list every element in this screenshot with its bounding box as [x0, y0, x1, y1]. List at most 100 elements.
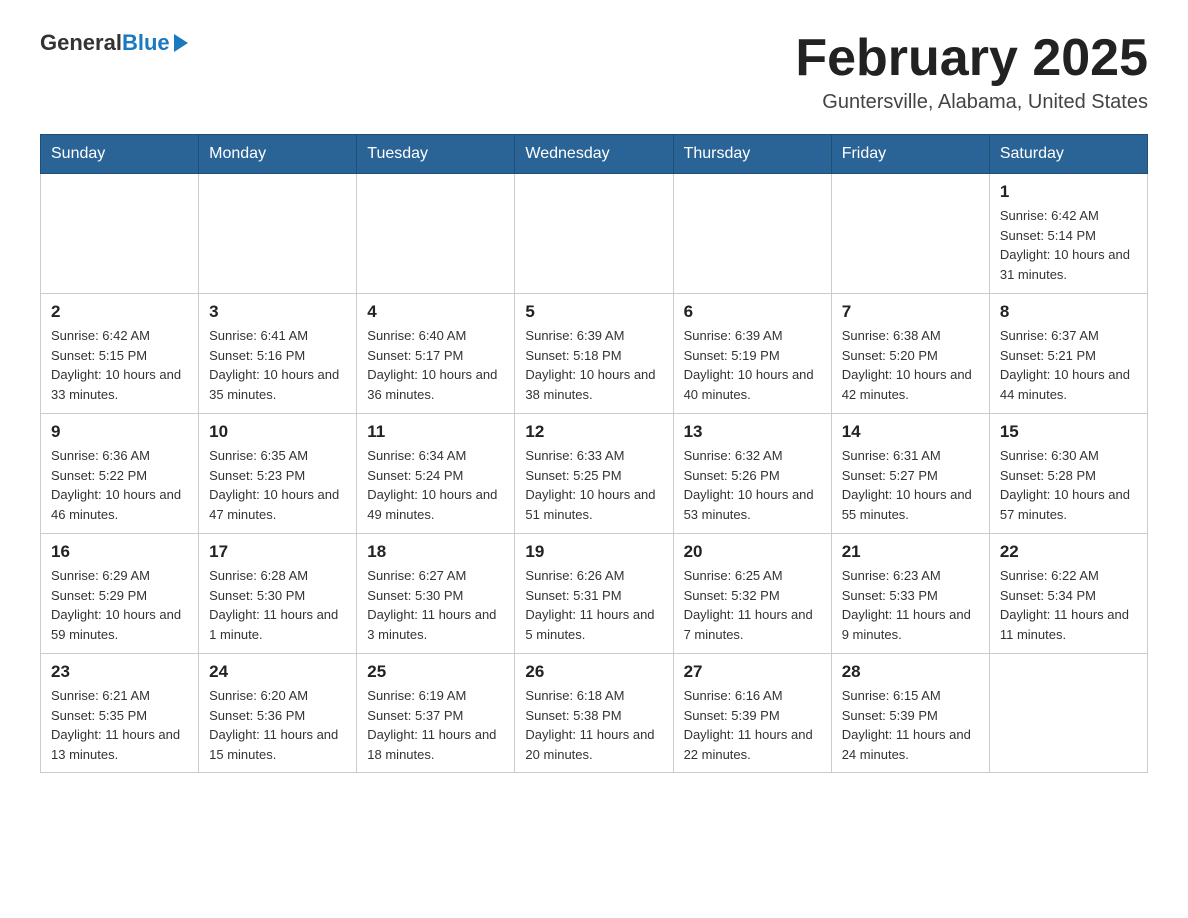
- day-info: Sunrise: 6:34 AMSunset: 5:24 PMDaylight:…: [367, 446, 504, 524]
- calendar-cell: 28 Sunrise: 6:15 AMSunset: 5:39 PMDayligh…: [831, 654, 989, 773]
- logo-general-text: General: [40, 30, 122, 56]
- calendar-cell: 19 Sunrise: 6:26 AMSunset: 5:31 PMDayligh…: [515, 534, 673, 654]
- day-number: 17: [209, 542, 346, 562]
- calendar-cell: [357, 174, 515, 294]
- day-info: Sunrise: 6:31 AMSunset: 5:27 PMDaylight:…: [842, 446, 979, 524]
- day-number: 28: [842, 662, 979, 682]
- day-info: Sunrise: 6:26 AMSunset: 5:31 PMDaylight:…: [525, 566, 662, 644]
- day-info: Sunrise: 6:40 AMSunset: 5:17 PMDaylight:…: [367, 326, 504, 404]
- day-number: 10: [209, 422, 346, 442]
- day-number: 3: [209, 302, 346, 322]
- calendar-cell: [831, 174, 989, 294]
- calendar-cell: 4Sunrise: 6:40 AMSunset: 5:17 PMDaylight…: [357, 294, 515, 414]
- day-info: Sunrise: 6:16 AMSunset: 5:39 PMDaylight:…: [684, 686, 821, 764]
- calendar-week-row: 23 Sunrise: 6:21 AMSunset: 5:35 PMDayligh…: [41, 654, 1148, 773]
- calendar-cell: 5Sunrise: 6:39 AMSunset: 5:18 PMDaylight…: [515, 294, 673, 414]
- day-number: 23: [51, 662, 188, 682]
- day-number: 16: [51, 542, 188, 562]
- day-info: Sunrise: 6:41 AMSunset: 5:16 PMDaylight:…: [209, 326, 346, 404]
- calendar-cell: 26Sunrise: 6:18 AMSunset: 5:38 PMDayligh…: [515, 654, 673, 773]
- calendar-cell: 20 Sunrise: 6:25 AMSunset: 5:32 PMDayligh…: [673, 534, 831, 654]
- day-number: 8: [1000, 302, 1137, 322]
- calendar-cell: 18 Sunrise: 6:27 AMSunset: 5:30 PMDayligh…: [357, 534, 515, 654]
- day-info: Sunrise: 6:32 AMSunset: 5:26 PMDaylight:…: [684, 446, 821, 524]
- calendar-cell: 23 Sunrise: 6:21 AMSunset: 5:35 PMDayligh…: [41, 654, 199, 773]
- calendar-cell: 14 Sunrise: 6:31 AMSunset: 5:27 PMDayligh…: [831, 414, 989, 534]
- calendar-cell: 8 Sunrise: 6:37 AMSunset: 5:21 PMDaylight…: [989, 294, 1147, 414]
- calendar-subtitle: Guntersville, Alabama, United States: [795, 91, 1148, 114]
- calendar-cell: 10 Sunrise: 6:35 AMSunset: 5:23 PMDayligh…: [199, 414, 357, 534]
- day-info: Sunrise: 6:35 AMSunset: 5:23 PMDaylight:…: [209, 446, 346, 524]
- day-number: 11: [367, 422, 504, 442]
- day-info: Sunrise: 6:21 AMSunset: 5:35 PMDaylight:…: [51, 686, 188, 764]
- day-info: Sunrise: 6:42 AMSunset: 5:15 PMDaylight:…: [51, 326, 188, 404]
- logo-arrow-icon: [174, 34, 188, 52]
- day-info: Sunrise: 6:42 AMSunset: 5:14 PMDaylight:…: [1000, 206, 1137, 284]
- day-info: Sunrise: 6:23 AMSunset: 5:33 PMDaylight:…: [842, 566, 979, 644]
- calendar-cell: 24 Sunrise: 6:20 AMSunset: 5:36 PMDayligh…: [199, 654, 357, 773]
- calendar-week-row: 1 Sunrise: 6:42 AMSunset: 5:14 PMDaylight…: [41, 174, 1148, 294]
- day-number: 12: [525, 422, 662, 442]
- day-number: 9: [51, 422, 188, 442]
- day-number: 21: [842, 542, 979, 562]
- weekday-header: Friday: [831, 135, 989, 174]
- day-number: 26: [525, 662, 662, 682]
- logo-blue-text: Blue: [122, 30, 170, 56]
- calendar-cell: 9 Sunrise: 6:36 AMSunset: 5:22 PMDaylight…: [41, 414, 199, 534]
- weekday-header: Saturday: [989, 135, 1147, 174]
- day-info: Sunrise: 6:27 AMSunset: 5:30 PMDaylight:…: [367, 566, 504, 644]
- calendar-cell: 12 Sunrise: 6:33 AMSunset: 5:25 PMDayligh…: [515, 414, 673, 534]
- day-number: 14: [842, 422, 979, 442]
- calendar-header-row: SundayMondayTuesdayWednesdayThursdayFrid…: [41, 135, 1148, 174]
- calendar-week-row: 9 Sunrise: 6:36 AMSunset: 5:22 PMDaylight…: [41, 414, 1148, 534]
- calendar-cell: [41, 174, 199, 294]
- day-info: Sunrise: 6:33 AMSunset: 5:25 PMDaylight:…: [525, 446, 662, 524]
- day-number: 7: [842, 302, 979, 322]
- day-number: 25: [367, 662, 504, 682]
- calendar-cell: 25 Sunrise: 6:19 AMSunset: 5:37 PMDayligh…: [357, 654, 515, 773]
- day-number: 20: [684, 542, 821, 562]
- day-number: 13: [684, 422, 821, 442]
- calendar-table: SundayMondayTuesdayWednesdayThursdayFrid…: [40, 134, 1148, 773]
- calendar-week-row: 2 Sunrise: 6:42 AMSunset: 5:15 PMDaylight…: [41, 294, 1148, 414]
- day-info: Sunrise: 6:19 AMSunset: 5:37 PMDaylight:…: [367, 686, 504, 764]
- day-number: 2: [51, 302, 188, 322]
- day-info: Sunrise: 6:37 AMSunset: 5:21 PMDaylight:…: [1000, 326, 1137, 404]
- day-info: Sunrise: 6:20 AMSunset: 5:36 PMDaylight:…: [209, 686, 346, 764]
- day-number: 18: [367, 542, 504, 562]
- day-info: Sunrise: 6:30 AMSunset: 5:28 PMDaylight:…: [1000, 446, 1137, 524]
- calendar-cell: 3 Sunrise: 6:41 AMSunset: 5:16 PMDaylight…: [199, 294, 357, 414]
- day-number: 22: [1000, 542, 1137, 562]
- day-number: 24: [209, 662, 346, 682]
- day-info: Sunrise: 6:29 AMSunset: 5:29 PMDaylight:…: [51, 566, 188, 644]
- calendar-cell: [989, 654, 1147, 773]
- day-info: Sunrise: 6:28 AMSunset: 5:30 PMDaylight:…: [209, 566, 346, 644]
- day-number: 1: [1000, 182, 1137, 202]
- day-info: Sunrise: 6:36 AMSunset: 5:22 PMDaylight:…: [51, 446, 188, 524]
- calendar-cell: 2 Sunrise: 6:42 AMSunset: 5:15 PMDaylight…: [41, 294, 199, 414]
- weekday-header: Monday: [199, 135, 357, 174]
- calendar-cell: [199, 174, 357, 294]
- calendar-cell: 27Sunrise: 6:16 AMSunset: 5:39 PMDayligh…: [673, 654, 831, 773]
- day-number: 6: [684, 302, 821, 322]
- calendar-cell: 6 Sunrise: 6:39 AMSunset: 5:19 PMDaylight…: [673, 294, 831, 414]
- day-info: Sunrise: 6:22 AMSunset: 5:34 PMDaylight:…: [1000, 566, 1137, 644]
- calendar-cell: 16 Sunrise: 6:29 AMSunset: 5:29 PMDayligh…: [41, 534, 199, 654]
- weekday-header: Wednesday: [515, 135, 673, 174]
- page-header: General Blue February 2025 Guntersville,…: [40, 30, 1148, 114]
- title-section: February 2025 Guntersville, Alabama, Uni…: [795, 30, 1148, 114]
- day-info: Sunrise: 6:38 AMSunset: 5:20 PMDaylight:…: [842, 326, 979, 404]
- calendar-title: February 2025: [795, 30, 1148, 87]
- calendar-cell: 1 Sunrise: 6:42 AMSunset: 5:14 PMDaylight…: [989, 174, 1147, 294]
- calendar-cell: 7 Sunrise: 6:38 AMSunset: 5:20 PMDaylight…: [831, 294, 989, 414]
- calendar-cell: 15Sunrise: 6:30 AMSunset: 5:28 PMDayligh…: [989, 414, 1147, 534]
- calendar-cell: 21 Sunrise: 6:23 AMSunset: 5:33 PMDayligh…: [831, 534, 989, 654]
- day-info: Sunrise: 6:39 AMSunset: 5:19 PMDaylight:…: [684, 326, 821, 404]
- day-number: 5: [525, 302, 662, 322]
- calendar-week-row: 16 Sunrise: 6:29 AMSunset: 5:29 PMDayligh…: [41, 534, 1148, 654]
- day-number: 19: [525, 542, 662, 562]
- logo: General Blue: [40, 30, 188, 56]
- calendar-cell: 13 Sunrise: 6:32 AMSunset: 5:26 PMDayligh…: [673, 414, 831, 534]
- day-info: Sunrise: 6:25 AMSunset: 5:32 PMDaylight:…: [684, 566, 821, 644]
- day-info: Sunrise: 6:15 AMSunset: 5:39 PMDaylight:…: [842, 686, 979, 764]
